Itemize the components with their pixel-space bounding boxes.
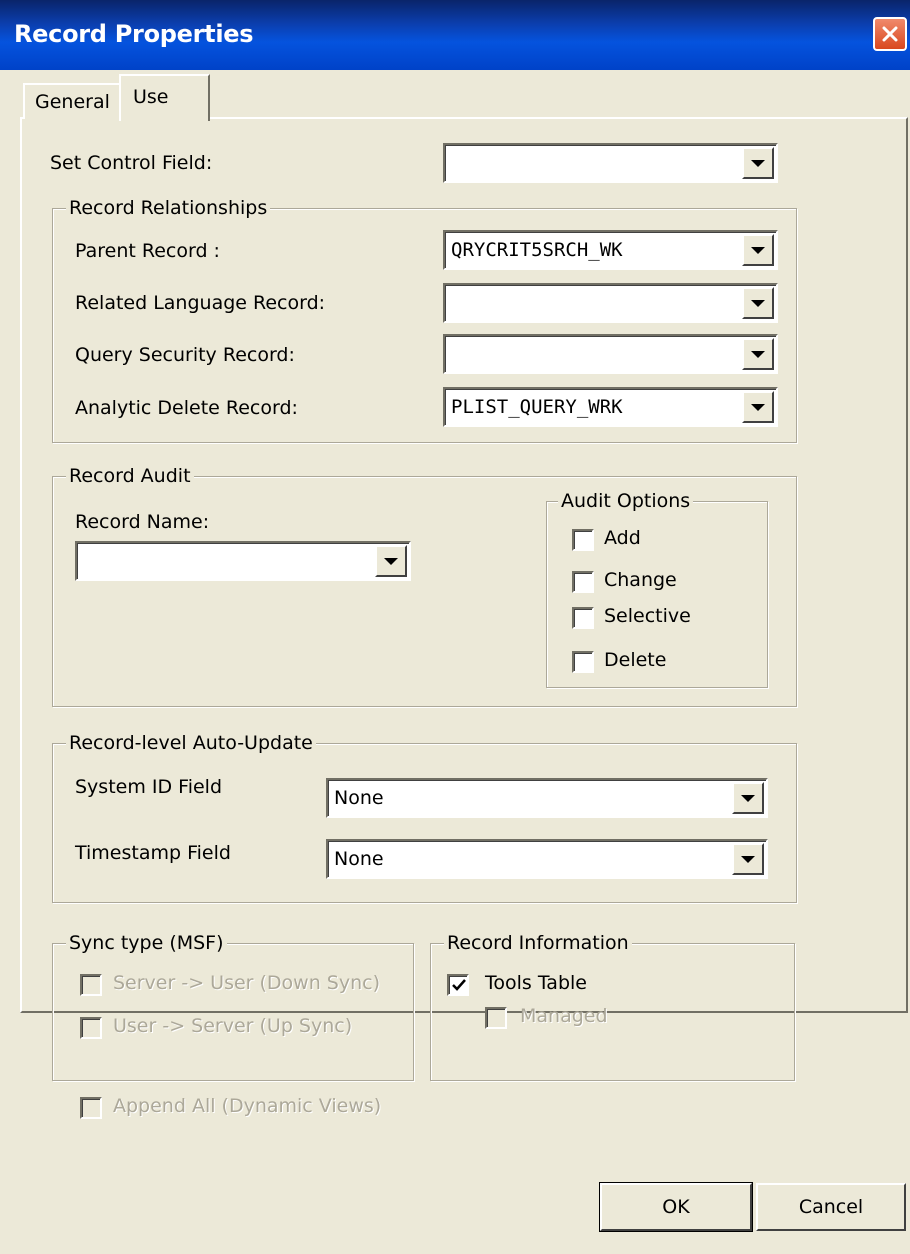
auto-update-legend: Record-level Auto-Update	[66, 732, 316, 754]
timestamp-field-dropdown[interactable]: None	[326, 839, 768, 879]
query-security-record-dropdown[interactable]	[443, 334, 778, 374]
chevron-down-icon[interactable]	[742, 391, 774, 423]
append-all-checkbox[interactable]	[80, 1097, 102, 1119]
tab-use[interactable]: Use	[119, 74, 210, 121]
set-control-field-dropdown[interactable]	[443, 143, 778, 183]
auto-update-group	[52, 743, 797, 903]
title-bar[interactable]: Record Properties	[0, 0, 910, 70]
audit-delete-checkbox[interactable]	[572, 651, 594, 673]
parent-record-dropdown[interactable]: QRYCRIT5SRCH_WK	[443, 230, 778, 270]
close-button[interactable]	[873, 17, 907, 51]
audit-change-label: Change	[604, 569, 677, 591]
tools-table-label: Tools Table	[485, 972, 587, 994]
system-id-field-dropdown[interactable]: None	[326, 778, 768, 818]
related-language-record-label: Related Language Record:	[75, 292, 326, 314]
sync-type-group	[52, 943, 414, 1081]
record-relationships-legend: Record Relationships	[66, 197, 271, 219]
record-information-legend: Record Information	[444, 932, 632, 954]
chevron-down-icon[interactable]	[742, 234, 774, 266]
chevron-down-icon[interactable]	[742, 147, 774, 179]
down-sync-checkbox[interactable]	[80, 974, 102, 996]
set-control-field-label: Set Control Field:	[50, 152, 213, 174]
analytic-delete-record-dropdown[interactable]: PLIST_QUERY_WRK	[443, 387, 778, 427]
audit-delete-label: Delete	[604, 649, 667, 671]
managed-checkbox[interactable]	[485, 1007, 507, 1029]
chevron-down-icon[interactable]	[742, 338, 774, 370]
chevron-down-icon[interactable]	[742, 287, 774, 319]
audit-options-legend: Audit Options	[558, 490, 694, 512]
audit-selective-checkbox[interactable]	[572, 607, 594, 629]
parent-record-label: Parent Record :	[75, 240, 220, 262]
audit-change-checkbox[interactable]	[572, 571, 594, 593]
chevron-down-icon[interactable]	[732, 782, 764, 814]
cancel-button[interactable]: Cancel	[756, 1183, 906, 1231]
window-title: Record Properties	[14, 20, 254, 48]
record-audit-legend: Record Audit	[66, 465, 194, 487]
up-sync-checkbox[interactable]	[80, 1017, 102, 1039]
system-id-field-value: None	[334, 787, 384, 809]
analytic-delete-record-value: PLIST_QUERY_WRK	[451, 396, 623, 418]
chevron-down-icon[interactable]	[732, 843, 764, 875]
analytic-delete-record-label: Analytic Delete Record:	[75, 397, 298, 419]
timestamp-field-label: Timestamp Field	[75, 842, 231, 864]
timestamp-field-value: None	[334, 848, 384, 870]
tab-use-label: Use	[133, 86, 169, 108]
tab-general[interactable]: General	[23, 83, 122, 119]
append-all-label: Append All (Dynamic Views)	[113, 1095, 382, 1117]
record-name-label: Record Name:	[75, 511, 210, 533]
up-sync-label: User -> Server (Up Sync)	[113, 1015, 353, 1037]
tools-table-checkbox[interactable]	[447, 974, 469, 996]
ok-button[interactable]: OK	[599, 1182, 753, 1232]
query-security-record-label: Query Security Record:	[75, 344, 295, 366]
chevron-down-icon[interactable]	[375, 545, 407, 577]
audit-add-checkbox[interactable]	[572, 529, 594, 551]
tab-general-label: General	[35, 91, 110, 113]
managed-label: Managed	[520, 1005, 608, 1027]
related-language-record-dropdown[interactable]	[443, 283, 778, 323]
audit-add-label: Add	[604, 527, 641, 549]
audit-selective-label: Selective	[604, 605, 691, 627]
sync-type-legend: Sync type (MSF)	[66, 932, 227, 954]
record-properties-dialog: Record Properties General Use Set Contro…	[0, 0, 910, 1254]
system-id-field-label: System ID Field	[75, 776, 223, 798]
record-name-dropdown[interactable]	[75, 541, 411, 581]
parent-record-value: QRYCRIT5SRCH_WK	[451, 239, 623, 261]
down-sync-label: Server -> User (Down Sync)	[113, 972, 381, 994]
